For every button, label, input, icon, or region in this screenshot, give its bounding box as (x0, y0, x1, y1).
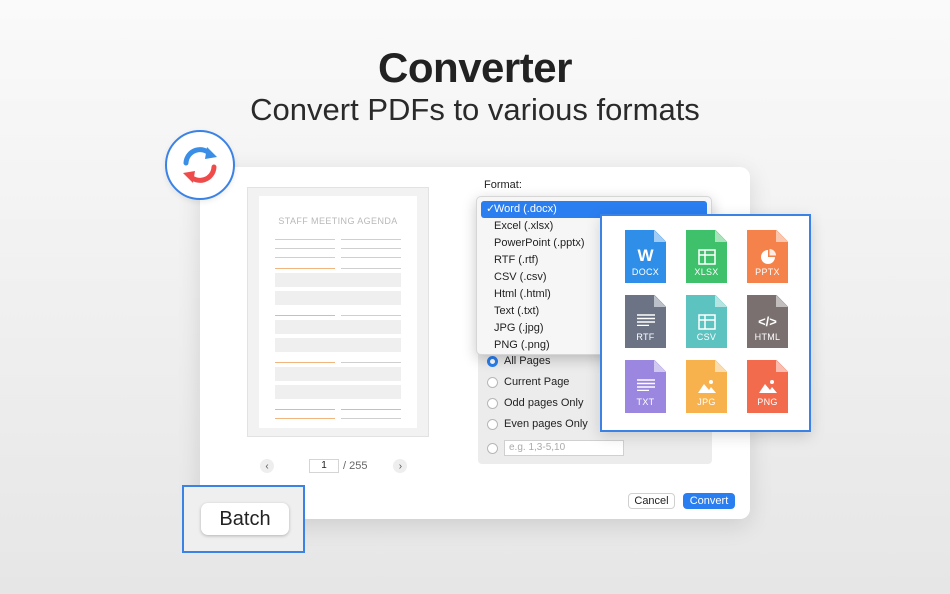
sync-arrows-icon (183, 147, 217, 183)
file-type-label: CSV (696, 332, 717, 342)
page-total: / 255 (343, 460, 368, 472)
file-type-label: DOCX (631, 267, 660, 277)
format-option-label: Word (.docx) (494, 203, 557, 215)
cancel-button[interactable]: Cancel (628, 493, 675, 509)
file-type-label: PNG (757, 397, 778, 407)
radio-label: All Pages (504, 355, 551, 367)
sync-badge (165, 130, 235, 200)
file-glyph (747, 379, 788, 393)
jpg-image-icon[interactable]: JPG (686, 360, 727, 413)
page-range-input[interactable]: e.g. 1,3-5,10 (504, 440, 624, 456)
file-glyph (686, 249, 727, 265)
radio-label: Even pages Only (504, 418, 588, 430)
chevron-left-icon[interactable]: ‹ (260, 459, 274, 473)
radio-button[interactable] (487, 442, 498, 454)
file-type-label: JPG (697, 397, 716, 407)
file-glyph (747, 249, 788, 265)
word-doc-icon[interactable]: W DOCX (625, 230, 666, 283)
page-preview: STAFF MEETING AGENDA (247, 187, 429, 437)
powerpoint-icon[interactable]: PPTX (747, 230, 788, 283)
file-type-label: RTF (636, 332, 655, 342)
excel-sheet-icon[interactable]: XLSX (686, 230, 727, 283)
file-glyph: </> (758, 314, 777, 329)
radio-even-pages[interactable]: Even pages Only (487, 418, 588, 430)
convert-button[interactable]: Convert (683, 493, 735, 509)
hero-title: Converter (378, 44, 572, 91)
file-type-label: TXT (636, 397, 655, 407)
file-type-label: HTML (754, 332, 781, 342)
rtf-doc-icon[interactable]: RTF (625, 295, 666, 348)
doc-title: STAFF MEETING AGENDA (278, 216, 398, 226)
radio-all-pages[interactable]: All Pages (487, 355, 550, 367)
checkmark-icon: ✓ (486, 203, 496, 215)
file-glyph: W (637, 246, 654, 265)
radio-label: Odd pages Only (504, 397, 584, 409)
png-image-icon[interactable]: PNG (747, 360, 788, 413)
radio-label: Current Page (504, 376, 570, 388)
txt-doc-icon[interactable]: TXT (625, 360, 666, 413)
file-glyph (686, 379, 727, 393)
radio-odd-pages[interactable]: Odd pages Only (487, 397, 584, 409)
file-glyph (686, 314, 727, 330)
csv-table-icon[interactable]: CSV (686, 295, 727, 348)
radio-button[interactable] (487, 418, 498, 430)
file-type-grid: W DOCX XLSX PPTX RTF CSV </> HTML TXT JPG PNG (600, 214, 811, 432)
radio-button[interactable] (487, 355, 498, 367)
hero-subtitle: Convert PDFs to various formats (250, 92, 700, 127)
chevron-right-icon[interactable]: › (393, 459, 408, 473)
batch-callout: Batch (182, 485, 305, 553)
format-label: Format: (484, 179, 522, 191)
radio-current-page[interactable]: Current Page (487, 376, 569, 388)
file-glyph (625, 314, 666, 326)
radio-button[interactable] (487, 376, 498, 388)
document-thumbnail: STAFF MEETING AGENDA (259, 196, 417, 428)
file-glyph (625, 379, 666, 391)
page-number-input[interactable]: 1 (309, 459, 339, 473)
html-code-icon[interactable]: </> HTML (747, 295, 788, 348)
file-type-label: XLSX (694, 267, 719, 277)
page-navigator: ‹ 1 / 255 › (260, 457, 420, 475)
radio-custom-range[interactable]: e.g. 1,3-5,10 (487, 440, 624, 456)
file-type-label: PPTX (755, 267, 780, 277)
radio-button[interactable] (487, 397, 498, 409)
batch-button[interactable]: Batch (201, 503, 289, 535)
